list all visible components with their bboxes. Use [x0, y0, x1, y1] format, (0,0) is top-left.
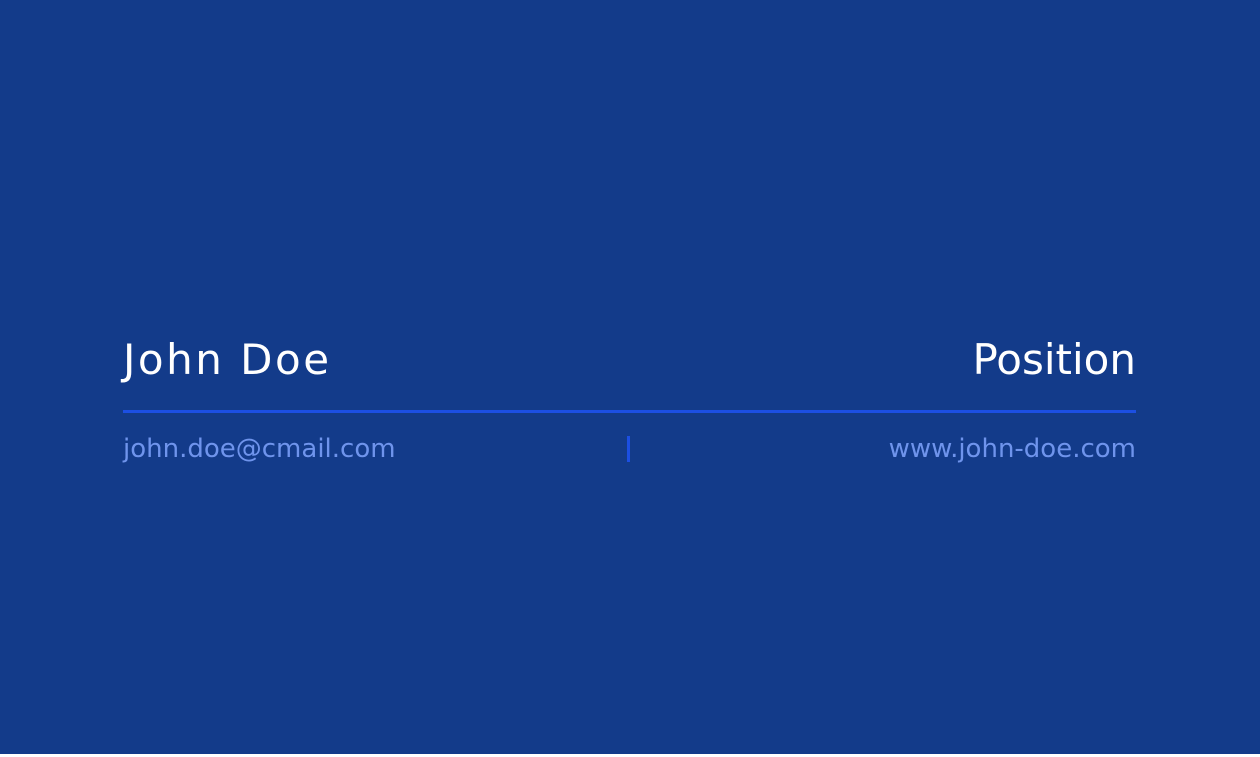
divider-line [123, 410, 1136, 413]
email-link[interactable]: john.doe@cmail.com [123, 434, 396, 464]
business-card: John Doe Position john.doe@cmail.com www… [0, 0, 1260, 754]
job-position: Position [972, 335, 1136, 384]
website-link[interactable]: www.john-doe.com [889, 434, 1136, 464]
person-name: John Doe [123, 335, 332, 384]
vertical-separator [627, 436, 630, 462]
